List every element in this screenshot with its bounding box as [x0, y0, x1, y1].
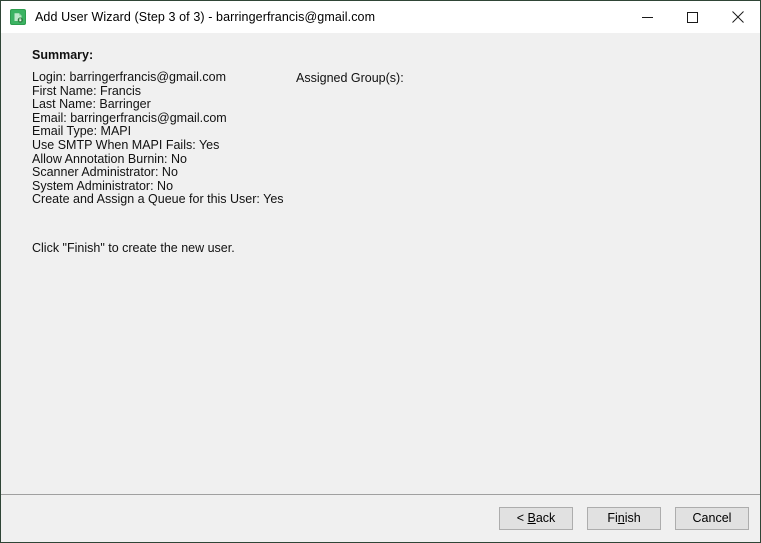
- back-label-mnemonic: B: [527, 511, 536, 525]
- summary-list: Login: barringerfrancis@gmail.com First …: [32, 70, 287, 207]
- maximize-icon[interactable]: [670, 1, 715, 33]
- summary-line-email: Email: barringerfrancis@gmail.com: [32, 110, 227, 125]
- summary-line-use-smtp: Use SMTP When MAPI Fails: Yes: [32, 137, 220, 152]
- add-user-wizard-window: Add User Wizard (Step 3 of 3) - barringe…: [0, 0, 761, 543]
- wizard-content-panel: Summary: Login: barringerfrancis@gmail.c…: [1, 33, 760, 494]
- window-controls: [625, 1, 760, 33]
- summary-line-annotation-burnin: Allow Annotation Burnin: No: [32, 151, 187, 166]
- finish-label-prefix: Fi: [607, 511, 618, 525]
- finish-label-mnemonic: n: [617, 511, 625, 525]
- summary-line-login: Login: barringerfrancis@gmail.com: [32, 70, 227, 84]
- finish-button[interactable]: Finish: [587, 507, 661, 530]
- summary-line-last-name: Last Name: Barringer: [32, 97, 151, 112]
- summary-line-system-admin: System Administrator: No: [32, 178, 174, 193]
- wizard-footer: < Back Finish Cancel: [1, 494, 760, 542]
- summary-line-first-name: First Name: Francis: [32, 83, 142, 98]
- close-icon[interactable]: [715, 1, 760, 33]
- back-button[interactable]: < Back: [499, 507, 573, 530]
- finish-hint-text: Click "Finish" to create the new user.: [32, 241, 235, 255]
- summary-line-scanner-admin: Scanner Administrator: No: [32, 165, 178, 180]
- back-label-suffix: ack: [535, 511, 556, 525]
- finish-label-suffix: ish: [624, 511, 641, 525]
- back-label-prefix: <: [516, 511, 528, 525]
- app-lock-icon: [10, 9, 26, 25]
- minimize-icon[interactable]: [625, 1, 670, 33]
- cancel-button[interactable]: Cancel: [675, 507, 749, 530]
- summary-line-email-type: Email Type: MAPI: [32, 124, 132, 139]
- window-title: Add User Wizard (Step 3 of 3) - barringe…: [35, 10, 376, 24]
- summary-line-create-queue: Create and Assign a Queue for this User:…: [32, 192, 284, 207]
- assigned-groups-label: Assigned Group(s):: [296, 71, 404, 85]
- summary-heading: Summary:: [32, 48, 94, 62]
- title-bar: Add User Wizard (Step 3 of 3) - barringe…: [1, 1, 760, 33]
